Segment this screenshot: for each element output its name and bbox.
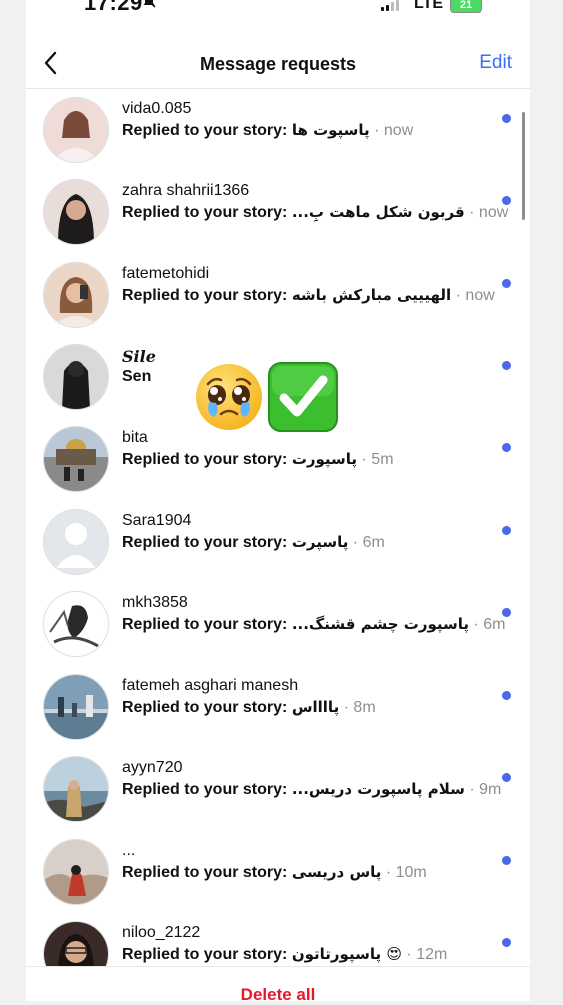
request-preview: Replied to your story: پااااس · 8m: [122, 698, 376, 716]
request-username: Sara1904: [122, 512, 192, 529]
unread-dot: [502, 196, 511, 205]
request-username: niloo_2122: [122, 924, 201, 941]
edit-button[interactable]: Edit: [479, 52, 512, 74]
request-username: zahra shahrii1366: [122, 182, 250, 199]
request-username: bita: [122, 429, 148, 446]
page-title: Message requests: [199, 54, 357, 74]
battery-level: 21: [459, 0, 473, 11]
request-row-1[interactable]: vida0.085 Replied to your story: پاسپوت …: [26, 89, 530, 171]
avatar[interactable]: [43, 344, 109, 410]
request-row-6[interactable]: Sara1904 Replied to your story: پاسپرت ·…: [26, 501, 530, 583]
request-row-9[interactable]: ayyn720 Replied to your story: سلام پاسپ…: [26, 748, 530, 830]
request-username: Sile: [122, 347, 156, 366]
unread-dot: [502, 856, 511, 865]
request-preview: Replied to your story: پاسپورت · 5m: [122, 450, 394, 468]
request-preview: Replied to your story: قربون شکل ماهت بِ…: [122, 203, 509, 221]
request-row-7[interactable]: mkh3858 Replied to your story: پاسپورت چ…: [26, 583, 530, 665]
request-username: fatemeh asghari manesh: [122, 677, 299, 694]
request-username: ...: [122, 842, 136, 859]
avatar[interactable]: [43, 674, 109, 740]
avatar[interactable]: [43, 426, 109, 492]
request-preview: Replied to your story: پاسپوت ها · now: [122, 121, 414, 139]
check-mark-button-icon: [266, 360, 340, 434]
avatar[interactable]: [43, 179, 109, 245]
request-preview: Replied to your story: پاسپورت چشم قشنگ.…: [122, 615, 506, 633]
request-preview: Replied to your story: 😍 پاسپورتاتون · 1…: [122, 945, 448, 963]
unread-dot: [502, 938, 511, 947]
request-username: vida0.085: [122, 100, 192, 117]
request-row-2[interactable]: zahra shahrii1366 Replied to your story:…: [26, 171, 530, 253]
unread-dot: [502, 443, 511, 452]
avatar[interactable]: [43, 509, 109, 575]
avatar[interactable]: [43, 839, 109, 905]
delete-all-button[interactable]: Delete all: [26, 985, 530, 1005]
request-preview: Replied to your story: پاسپرت · 6m: [122, 533, 385, 551]
request-username: mkh3858: [122, 594, 188, 611]
request-username: ayyn720: [122, 759, 183, 776]
signal-bars-icon: [381, 0, 399, 11]
unread-dot: [502, 691, 511, 700]
footer-bar: Delete all: [26, 966, 530, 1004]
silent-bell-icon: [142, 0, 156, 11]
battery-icon: 21: [450, 0, 482, 13]
unread-dot: [502, 114, 511, 123]
request-row-8[interactable]: fatemeh asghari manesh Replied to your s…: [26, 666, 530, 748]
header: Message requests Edit: [26, 42, 530, 88]
request-preview: Replied to your story: الهیییی مبارکش با…: [122, 286, 495, 304]
avatar[interactable]: [43, 262, 109, 328]
unread-dot: [502, 773, 511, 782]
request-preview: Sen: [122, 368, 152, 385]
unread-dot: [502, 608, 511, 617]
request-preview: Replied to your story: سلام پاسپورت دریس…: [122, 780, 502, 798]
unread-dot: [502, 361, 511, 370]
pleading-face-icon: [194, 362, 264, 432]
unread-dot: [502, 279, 511, 288]
request-username: fatemetohidi: [122, 265, 210, 282]
avatar[interactable]: [43, 97, 109, 163]
request-row-10[interactable]: ... Replied to your story: پاس دریسی · 1…: [26, 831, 530, 913]
status-bar: 17:29 LTE 21: [0, 0, 563, 18]
network-type: LTE: [414, 0, 444, 12]
avatar[interactable]: [43, 756, 109, 822]
request-row-3[interactable]: fatemetohidi Replied to your story: الهی…: [26, 254, 530, 336]
request-preview: Replied to your story: پاس دریسی · 10m: [122, 863, 427, 881]
avatar[interactable]: [43, 591, 109, 657]
unread-dot: [502, 526, 511, 535]
scrollbar[interactable]: [522, 112, 525, 220]
status-time: 17:29: [84, 0, 143, 15]
